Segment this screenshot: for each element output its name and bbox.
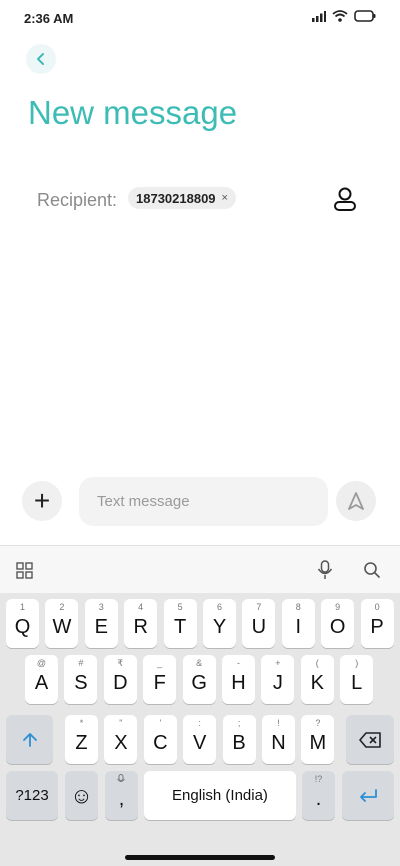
key-x[interactable]: " X xyxy=(104,715,138,764)
key-q[interactable]: 1Q xyxy=(6,599,39,648)
wifi-icon xyxy=(332,10,348,22)
recipient-chip[interactable]: 18730218809 × xyxy=(128,187,236,209)
key-y[interactable]: 6Y xyxy=(203,599,236,648)
comma-key[interactable]: , xyxy=(105,771,138,820)
status-time: 2:36 AM xyxy=(24,11,74,26)
key-h[interactable]: -H xyxy=(222,655,255,704)
shift-key[interactable] xyxy=(6,715,53,764)
emoji-key[interactable]: ☺ xyxy=(65,771,98,820)
key-w[interactable]: 2W xyxy=(45,599,79,648)
search-icon[interactable] xyxy=(363,561,381,579)
key-i[interactable]: 8I xyxy=(281,599,315,648)
send-icon xyxy=(348,492,364,510)
key-k[interactable]: (K xyxy=(300,655,334,704)
enter-icon xyxy=(360,788,377,802)
home-indicator[interactable] xyxy=(125,855,275,860)
key-d[interactable]: ₹ D xyxy=(103,655,137,704)
key-u[interactable]: 7U xyxy=(242,599,276,648)
mic-hint-icon xyxy=(117,774,125,782)
chevron-left-icon xyxy=(37,53,44,65)
period-key[interactable]: !? . xyxy=(302,771,335,820)
key-p[interactable]: 0P xyxy=(360,599,394,648)
contact-picker-button[interactable] xyxy=(330,184,360,214)
key-s[interactable]: # S xyxy=(64,655,98,704)
key-l[interactable]: ) L xyxy=(340,655,374,704)
plus-icon: + xyxy=(33,485,51,516)
key-f[interactable]: _ F xyxy=(143,655,177,704)
numbers-key[interactable]: ?123 xyxy=(6,771,58,820)
keyboard-toolbar xyxy=(0,545,400,594)
message-input[interactable] xyxy=(79,477,328,526)
key-g[interactable]: & G xyxy=(182,655,216,704)
person-icon xyxy=(334,187,356,211)
mic-icon[interactable] xyxy=(317,560,333,580)
send-button[interactable] xyxy=(336,481,376,521)
back-button[interactable] xyxy=(26,44,56,74)
recipient-number: 18730218809 xyxy=(136,190,216,206)
remove-recipient-icon[interactable]: × xyxy=(222,192,228,204)
key-r[interactable]: 4R xyxy=(124,599,158,648)
key-c[interactable]: ' C xyxy=(143,715,177,764)
recipient-label: Recipient: xyxy=(37,190,118,210)
key-o[interactable]: 9O xyxy=(321,599,355,648)
key-m[interactable]: ? M xyxy=(301,715,335,764)
key-n[interactable]: ! N xyxy=(262,715,295,764)
key-j[interactable]: + J xyxy=(261,655,295,704)
enter-key[interactable] xyxy=(342,771,394,820)
key-v[interactable]: :V xyxy=(183,715,217,764)
status-icons xyxy=(312,10,376,22)
key-e[interactable]: 3E xyxy=(84,599,118,648)
key-t[interactable]: 5T xyxy=(163,599,197,648)
backspace-icon xyxy=(359,731,381,748)
keyboard: 1Q2W3E4R5T6Y7U8I9O0P @ A # S ₹ D _ F & G - H + J(K) L … xyxy=(0,593,400,866)
signal-icon xyxy=(312,10,326,22)
backspace-key[interactable] xyxy=(346,715,394,764)
emoji-icon: ☺ xyxy=(70,782,93,808)
key-b[interactable]: ; B xyxy=(222,715,256,764)
shift-arrow-icon xyxy=(22,732,37,747)
space-key[interactable]: English (India) xyxy=(144,771,296,820)
key-z[interactable]: * Z xyxy=(65,715,98,764)
page-title: New message xyxy=(28,94,238,131)
grid-icon[interactable] xyxy=(16,562,33,579)
attach-button[interactable]: + xyxy=(22,481,62,521)
battery-icon xyxy=(354,10,376,22)
key-a[interactable]: @ A xyxy=(25,655,58,704)
